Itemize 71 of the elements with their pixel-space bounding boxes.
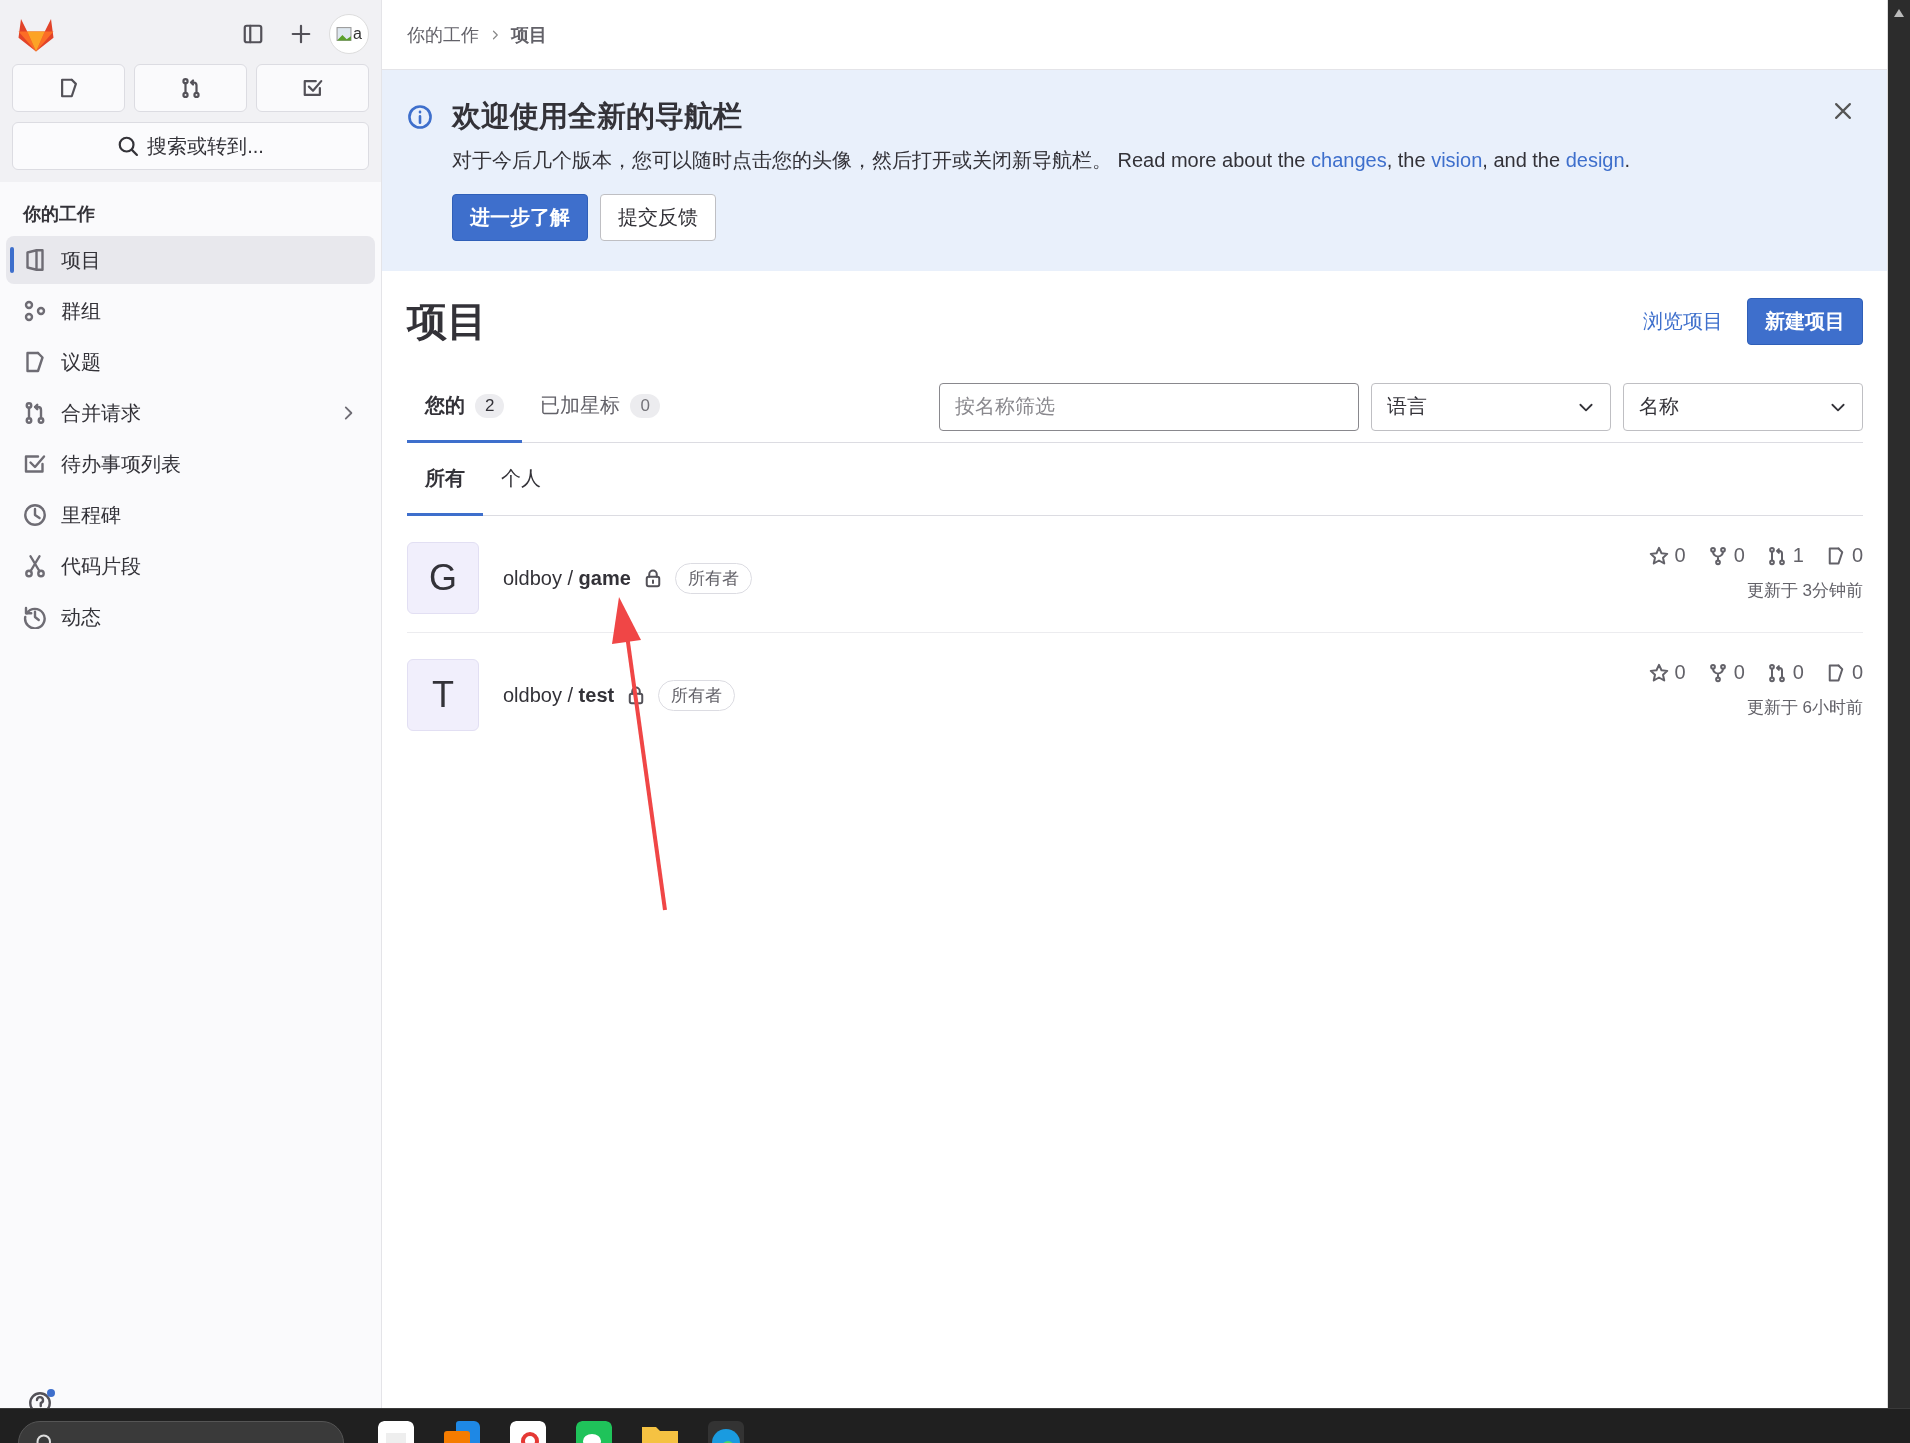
issue-icon — [23, 350, 47, 374]
project-name-link[interactable]: oldboy / test — [503, 683, 615, 707]
dropdown[interactable]: 名称 — [1623, 382, 1863, 431]
dropdown[interactable]: 语言 — [1371, 382, 1611, 431]
banner-link[interactable]: design — [1565, 149, 1625, 171]
tab[interactable]: 个人 — [483, 443, 559, 516]
page-title: 项目 — [407, 297, 488, 345]
merge-request-icon — [179, 77, 202, 99]
star-icon — [1648, 662, 1669, 683]
breadcrumb-link[interactable]: 你的工作 — [407, 22, 479, 47]
stars-count[interactable]: 0 — [1648, 544, 1686, 567]
count-badge: 2 — [475, 393, 505, 418]
count-badge: 0 — [630, 393, 660, 418]
scissors-icon — [23, 554, 47, 578]
merge-requests-count[interactable]: 0 — [1766, 661, 1804, 684]
star-icon — [1648, 545, 1669, 566]
banner-text: 对于今后几个版本，您可以随时点击您的头像，然后打开或关闭新导航栏。 Read more about the changes, the vision, and the design. — [452, 148, 1632, 173]
updated-time: 更新于 6小时前 — [1746, 697, 1863, 719]
fork-icon — [1707, 545, 1728, 566]
search-icon — [117, 135, 140, 157]
project-avatar[interactable]: T — [407, 659, 479, 731]
project-icon — [23, 248, 47, 272]
updated-time: 更新于 3分钟前 — [1746, 580, 1863, 602]
nav-item[interactable]: 议题 — [6, 338, 375, 386]
feedback-button[interactable]: 提交反馈 — [600, 194, 716, 241]
todo-icon — [301, 77, 324, 99]
banner-title: 欢迎使用全新的导航栏 — [452, 99, 743, 134]
banner-link[interactable]: vision — [1431, 149, 1483, 171]
sidebar-icon — [242, 23, 264, 45]
nav-item[interactable]: 动态 — [6, 593, 375, 641]
explore-projects-link[interactable]: 浏览项目 — [1643, 307, 1723, 335]
nav-item[interactable]: 代码片段 — [6, 542, 375, 590]
nav-item[interactable]: 里程碑 — [6, 491, 375, 539]
merge-request-icon — [23, 401, 47, 425]
project-name-link[interactable]: oldboy / game — [503, 566, 631, 590]
merge-request-icon — [1766, 545, 1787, 566]
learn-more-button[interactable]: 进一步了解 — [452, 194, 588, 241]
nav-item[interactable]: 合并请求 — [6, 389, 375, 437]
filter-field[interactable]: 按名称筛选 — [939, 382, 1359, 431]
issues-count[interactable]: 0 — [1825, 544, 1863, 567]
scroll-up-icon[interactable] — [1893, 8, 1905, 18]
search-button[interactable]: 搜索或转到... — [12, 122, 369, 170]
group-icon — [23, 299, 47, 323]
forks-count[interactable]: 0 — [1707, 544, 1745, 567]
history-icon — [23, 605, 47, 629]
info-icon — [407, 104, 433, 130]
merge-requests-count[interactable]: 1 — [1766, 544, 1804, 567]
plus-icon — [290, 23, 312, 45]
todo-button[interactable] — [256, 64, 369, 112]
close-button[interactable] — [1832, 100, 1854, 122]
fork-icon — [1707, 662, 1728, 683]
tab[interactable]: 所有 — [407, 443, 483, 516]
tab[interactable]: 您的 2 — [407, 371, 523, 443]
project-avatar[interactable]: G — [407, 542, 479, 614]
nav-item[interactable]: 群组 — [6, 287, 375, 335]
stars-count[interactable]: 0 — [1648, 661, 1686, 684]
new-project-button[interactable]: 新建项目 — [1747, 297, 1863, 345]
user-avatar[interactable]: a — [329, 14, 369, 54]
nav-item[interactable]: 项目 — [6, 236, 375, 284]
issues-count[interactable]: 0 — [1825, 661, 1863, 684]
tab[interactable]: 已加星标 0 — [522, 371, 678, 443]
merge-request-icon — [1766, 662, 1787, 683]
section-title: 你的工作 — [21, 203, 96, 226]
banner-link[interactable]: changes — [1311, 149, 1387, 171]
breadcrumb-link[interactable]: 项目 — [511, 22, 547, 47]
todo-icon — [23, 452, 47, 476]
broken-image-icon — [336, 24, 354, 44]
nav-item[interactable]: 待办事项列表 — [6, 440, 375, 488]
clock-icon — [23, 503, 47, 527]
merge-requests-button[interactable] — [134, 64, 247, 112]
forks-count[interactable]: 0 — [1707, 661, 1745, 684]
